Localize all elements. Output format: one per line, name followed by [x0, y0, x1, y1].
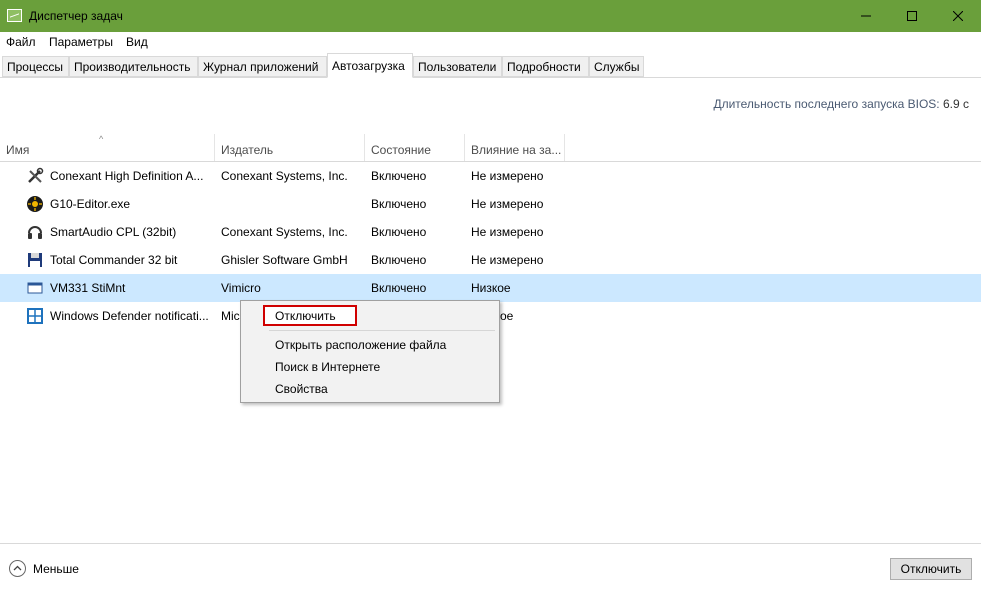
tab-details[interactable]: Подробности: [502, 56, 589, 77]
context-menu-separator: [269, 330, 495, 331]
startup-name: Conexant High Definition A...: [50, 169, 204, 183]
minimize-button[interactable]: [843, 0, 889, 32]
context-menu-open-location[interactable]: Открыть расположение файла: [275, 338, 446, 352]
startup-status: Включено: [371, 197, 427, 211]
startup-name: Total Commander 32 bit: [50, 253, 178, 267]
close-button[interactable]: [935, 0, 981, 32]
tab-processes[interactable]: Процессы: [2, 56, 69, 77]
minimize-icon: [861, 15, 871, 17]
menu-parameters[interactable]: Параметры: [49, 35, 113, 49]
defender-shield-icon: [27, 308, 43, 324]
tab-performance[interactable]: Производительность: [69, 56, 198, 77]
context-menu-disable[interactable]: Отключить: [275, 309, 336, 323]
title-bar[interactable]: Диспетчер задач: [0, 0, 981, 32]
startup-publisher: Conexant Systems, Inc.: [221, 225, 348, 239]
maximize-icon: [907, 11, 917, 21]
table-row[interactable]: SmartAudio CPL (32bit) Conexant Systems,…: [0, 218, 981, 246]
startup-impact: oe: [500, 309, 514, 323]
footer: Меньше Отключить: [0, 543, 981, 593]
context-menu: Отключить Открыть расположение файла Пои…: [240, 300, 500, 403]
startup-name: G10-Editor.exe: [50, 197, 131, 211]
startup-impact: Не измерено: [471, 225, 544, 239]
startup-name: VM331 StiMnt: [50, 281, 126, 295]
table-row[interactable]: Total Commander 32 bit Ghisler Software …: [0, 246, 981, 274]
menu-file[interactable]: Файл: [6, 35, 36, 49]
tab-startup[interactable]: Автозагрузка: [327, 53, 413, 78]
startup-impact: Не измерено: [471, 197, 544, 211]
table-row-selected[interactable]: VM331 StiMnt Vimicro Включено Низкое: [0, 274, 981, 302]
tab-strip: Процессы Производительность Журнал прило…: [0, 53, 981, 78]
fewer-details-label: Меньше: [33, 562, 79, 576]
tab-services[interactable]: Службы: [589, 56, 644, 77]
table-row[interactable]: Conexant High Definition A... Conexant S…: [0, 162, 981, 190]
g10-editor-icon: [27, 196, 43, 212]
menu-view[interactable]: Вид: [126, 35, 148, 49]
context-menu-search-online[interactable]: Поиск в Интернете: [275, 360, 380, 374]
column-impact[interactable]: Влияние на за...: [465, 134, 565, 161]
bios-time: Длительность последнего запуска BIOS: 6.…: [713, 97, 969, 111]
startup-status: Включено: [371, 281, 427, 295]
table-row[interactable]: G10-Editor.exe Включено Не измерено: [0, 190, 981, 218]
task-manager-icon: [7, 9, 22, 22]
tab-app-history[interactable]: Журнал приложений: [198, 56, 327, 77]
bios-time-label: Длительность последнего запуска BIOS:: [713, 97, 940, 111]
startup-name: Windows Defender notificati...: [50, 309, 209, 323]
menu-bar: Файл Параметры Вид: [0, 32, 981, 52]
window-title: Диспетчер задач: [29, 9, 123, 23]
column-status[interactable]: Состояние: [365, 134, 465, 161]
startup-publisher: Vimicro: [221, 281, 261, 295]
disable-button[interactable]: Отключить: [890, 558, 972, 580]
window-app-icon: [27, 282, 43, 294]
floppy-disk-icon: [28, 253, 42, 267]
startup-impact: Не измерено: [471, 169, 544, 183]
close-icon: [953, 11, 963, 21]
column-publisher[interactable]: Издатель: [215, 134, 365, 161]
tab-users[interactable]: Пользователи: [413, 56, 502, 77]
conexant-tools-icon: [28, 167, 44, 183]
bios-time-value: 6.9 с: [942, 97, 969, 111]
startup-status: Включено: [371, 225, 427, 239]
column-name[interactable]: Имя: [0, 134, 215, 161]
startup-name: SmartAudio CPL (32bit): [50, 225, 177, 239]
maximize-button[interactable]: [889, 0, 935, 32]
column-header-row: Имя Издатель Состояние Влияние на за...: [0, 134, 981, 162]
startup-publisher: Mic: [221, 309, 240, 323]
startup-status: Включено: [371, 169, 427, 183]
chevron-up-icon: [9, 560, 26, 577]
startup-publisher: Conexant Systems, Inc.: [221, 169, 348, 183]
context-menu-properties[interactable]: Свойства: [275, 382, 328, 396]
startup-status: Включено: [371, 253, 427, 267]
startup-impact: Низкое: [471, 281, 511, 295]
startup-impact: Не измерено: [471, 253, 544, 267]
smartaudio-icon: [28, 226, 42, 239]
startup-publisher: Ghisler Software GmbH: [221, 253, 348, 267]
